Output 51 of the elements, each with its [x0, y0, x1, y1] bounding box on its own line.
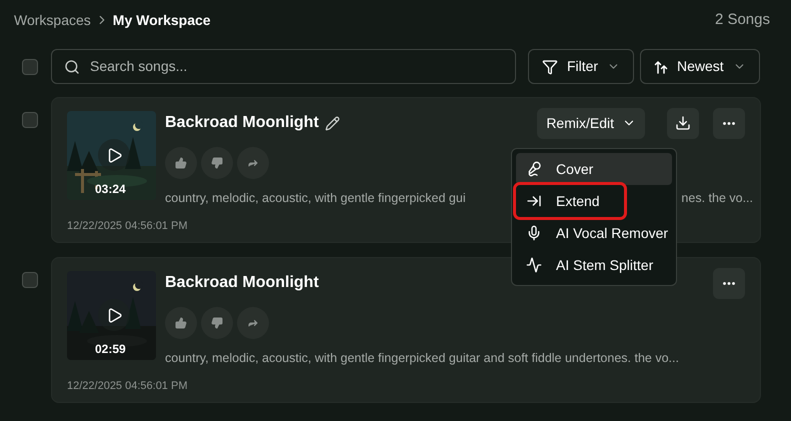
more-button[interactable]: [713, 108, 745, 138]
thumbs-down-icon: [211, 157, 223, 169]
microphone-pen-icon: [526, 161, 542, 177]
sort-arrows-icon: [654, 60, 668, 74]
thumbs-up-button[interactable]: [165, 147, 197, 179]
checkbox[interactable]: [22, 58, 38, 74]
song-description: nes. the vo...: [681, 190, 753, 207]
share-icon: [247, 317, 259, 329]
song-count: 2 Songs: [714, 10, 770, 30]
checkbox[interactable]: [22, 272, 38, 288]
search-icon: [64, 58, 80, 74]
remix-edit-dropdown[interactable]: Remix/Edit: [537, 108, 645, 138]
created-date: 12/22/2025 04:56:01 PM: [67, 218, 188, 234]
arrow-to-line-icon: [526, 193, 542, 209]
play-button[interactable]: [98, 139, 130, 171]
song-title: Backroad Moonlight: [165, 273, 319, 293]
duration: 03:24: [95, 181, 126, 198]
pencil-icon[interactable]: [324, 116, 340, 130]
thumbs-up-icon: [175, 157, 187, 169]
waveform-icon: [526, 257, 542, 273]
menu-item[interactable]: AI Stem Splitter: [516, 249, 672, 281]
thumbs-down-button[interactable]: [201, 147, 233, 179]
song-title: Backroad Moonlight: [165, 113, 319, 133]
thumbs-down-icon: [211, 317, 223, 329]
filter-dropdown[interactable]: Filter: [528, 49, 634, 84]
menu-item[interactable]: Cover: [516, 153, 672, 185]
search-field[interactable]: Search songs...: [51, 49, 516, 84]
share-button[interactable]: [237, 307, 269, 339]
filter-icon: [542, 58, 558, 74]
more-icon: [723, 122, 735, 124]
checkbox[interactable]: [22, 112, 38, 128]
share-button[interactable]: [237, 147, 269, 179]
menu-item[interactable]: Extend: [516, 185, 624, 217]
song-description: country, melodic, acoustic, with gentle fingerpicked gui: [165, 190, 466, 207]
thumbs-up-icon: [175, 317, 187, 329]
thumbs-down-button[interactable]: [201, 307, 233, 339]
menu-item[interactable]: AI Vocal Remover: [516, 217, 672, 249]
download-icon: [675, 115, 691, 131]
search-input[interactable]: Search songs...: [90, 56, 503, 77]
breadcrumb-link[interactable]: Workspaces: [14, 10, 91, 30]
download-button[interactable]: [667, 108, 699, 138]
sort-dropdown[interactable]: Newest: [640, 49, 760, 84]
song-description: country, melodic, acoustic, with gentle fingerpicked guitar and soft fiddle undertones. the vo...: [165, 350, 679, 367]
duration: 02:59: [95, 341, 126, 358]
thumbs-up-button[interactable]: [165, 307, 197, 339]
created-date: 12/22/2025 04:56:01 PM: [67, 378, 188, 394]
more-button[interactable]: [713, 268, 745, 298]
microphone-icon: [526, 225, 542, 241]
more-icon: [723, 282, 735, 284]
share-icon: [247, 157, 259, 169]
breadcrumb-current: My Workspace: [112, 10, 211, 30]
